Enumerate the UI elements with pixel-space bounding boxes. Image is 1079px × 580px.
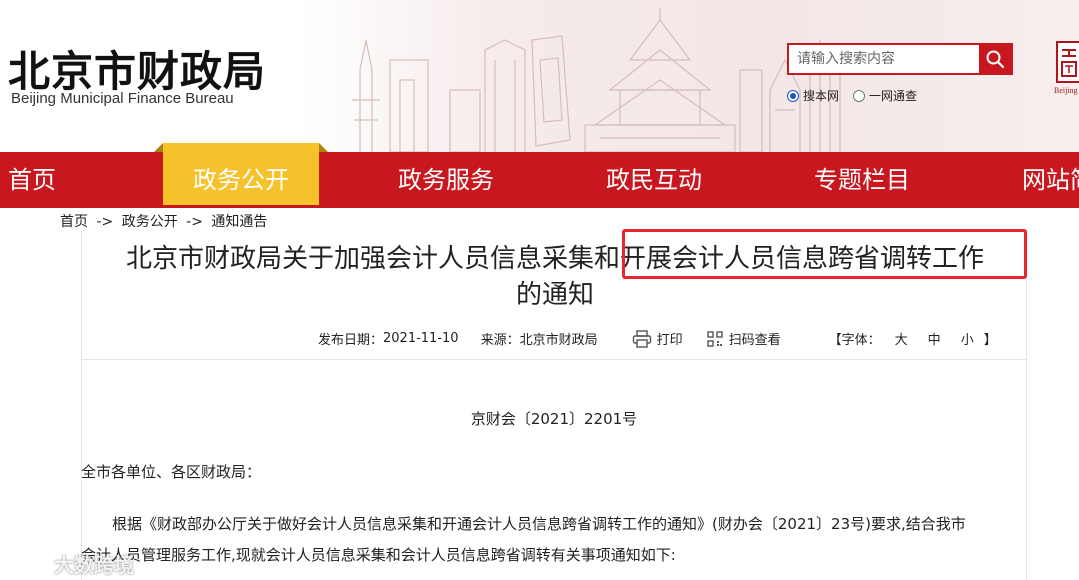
seal-logo-icon[interactable] [1054,40,1079,92]
printer-icon [632,329,651,348]
radio-unchecked-icon[interactable] [853,89,866,102]
breadcrumb-government-affairs[interactable]: 政务公开 [122,214,178,230]
breadcrumb-separator: -> [96,214,114,230]
article-meta: 发布日期： 2021-11-10 来源： 北京市财政局 打印 扫码查看 【字体：… [318,329,997,348]
scope-option-site[interactable]: 搜本网 [787,87,839,104]
breadcrumb-notices[interactable]: 通知通告 [211,214,267,230]
site-header: 北京市财政局 Beijing Municipal Finance Bureau … [0,0,1079,152]
site-logo-subtitle: Beijing Municipal Finance Bureau [11,90,234,107]
publish-date: 发布日期： 2021-11-10 [318,331,459,348]
seal-caption: Beijing [1054,86,1078,95]
search-button[interactable] [979,45,1011,73]
qr-code-button[interactable]: 扫码查看 [706,329,781,348]
print-button[interactable]: 打印 [632,329,683,348]
breadcrumb-separator: -> [186,214,203,230]
article-body-line1: 根据《财政部办公厅关于做好会计人员信息采集和开通会计人员信息跨省调转工作的通知》… [112,515,966,533]
document-number: 京财会〔2021〕2201号 [470,410,638,428]
nav-item-services[interactable]: 政务服务 [398,152,494,208]
beijing-skyline-illustration [352,8,841,152]
breadcrumb-home[interactable]: 首页 [60,214,88,230]
article-source: 来源： 北京市财政局 [480,333,598,348]
search-icon [986,50,1005,69]
watermark: 大数跨境 [6,549,134,578]
nav-item-home[interactable]: 首页 [8,152,56,208]
nav-item-interaction[interactable]: 政民互动 [606,152,702,208]
search-scope: 搜本网 一网通查 [787,87,931,104]
scope-option-all[interactable]: 一网通查 [853,87,917,104]
watermark-logo-icon [7,555,43,571]
main-nav: 首页 政务公开 政务服务 政民互动 专题栏目 网站简 [0,143,1079,208]
radio-checked-icon[interactable] [787,89,799,102]
article-body-line2: 会计人员管理服务工作,现就会计人员信息采集和会计人员信息跨省调转有关事项通知如下… [81,546,676,564]
nav-item-sitemap[interactable]: 网站简 [1022,152,1079,208]
qr-code-icon [706,330,723,347]
annotation-highlight-box [622,229,1027,279]
article-title-line2: 的通知 [515,280,594,310]
article-salutation: 全市各单位、各区财政局： [81,463,262,481]
nav-item-government-affairs[interactable]: 政务公开 [154,143,328,205]
nav-item-topics[interactable]: 专题栏目 [814,152,910,208]
font-size-control: 【字体： 大 中 小 】 [829,329,997,348]
search-box [787,43,1013,75]
search-input[interactable] [789,45,979,73]
font-size-small[interactable]: 小 [961,329,974,348]
font-size-medium[interactable]: 中 [928,329,941,348]
breadcrumb: 首页 -> 政务公开 -> 通知通告 [60,211,267,231]
meta-divider [81,359,1027,360]
font-size-large[interactable]: 大 [895,329,908,348]
